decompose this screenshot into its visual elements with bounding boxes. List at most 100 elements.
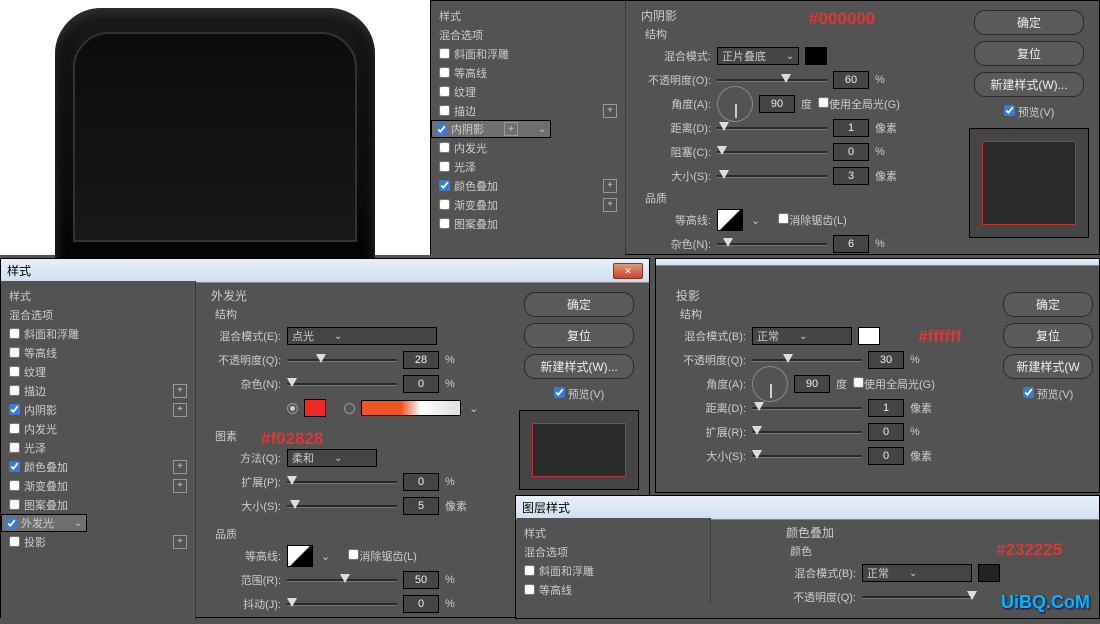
- angle-dial[interactable]: [752, 366, 788, 402]
- color-swatch-red[interactable]: [304, 399, 326, 417]
- gradient-picker[interactable]: [361, 400, 461, 416]
- noise-slider[interactable]: [717, 237, 827, 251]
- noise-input[interactable]: [833, 235, 869, 253]
- range-input[interactable]: [403, 571, 439, 589]
- plus-icon[interactable]: +: [504, 122, 518, 136]
- spread-input[interactable]: [868, 423, 904, 441]
- color-swatch-white[interactable]: [858, 327, 880, 345]
- newstyle-button[interactable]: 新建样式(W)...: [974, 72, 1084, 97]
- plus-icon[interactable]: +: [173, 479, 187, 493]
- row-blend[interactable]: 混合选项: [431, 25, 625, 44]
- cb-global[interactable]: [818, 97, 829, 108]
- newstyle-button[interactable]: 新建样式(W: [1003, 354, 1093, 379]
- row-gradoverlay[interactable]: 渐变叠加+: [431, 195, 625, 214]
- contour-picker[interactable]: [287, 545, 313, 567]
- radio-gradient[interactable]: [344, 403, 355, 414]
- cb-contour[interactable]: [524, 584, 535, 595]
- choke-slider[interactable]: [717, 145, 827, 159]
- size-input[interactable]: [833, 167, 869, 185]
- cb-dropshadow[interactable]: [9, 536, 20, 547]
- blend-select[interactable]: 正常: [752, 327, 852, 345]
- cb-texture[interactable]: [9, 366, 20, 377]
- cb-antialias[interactable]: [778, 213, 789, 224]
- opacity-input[interactable]: [403, 351, 439, 369]
- row-bevel[interactable]: 斜面和浮雕: [431, 44, 625, 63]
- row-contour[interactable]: 等高线: [1, 343, 195, 362]
- plus-icon[interactable]: +: [603, 179, 617, 193]
- row-blend[interactable]: 混合选项: [516, 542, 710, 561]
- row-patoverlay[interactable]: 图案叠加: [431, 214, 625, 233]
- row-stroke[interactable]: 描边+: [1, 381, 195, 400]
- size-input[interactable]: [868, 447, 904, 465]
- close-icon[interactable]: ✕: [613, 263, 643, 279]
- opacity-input[interactable]: [833, 71, 869, 89]
- reset-button[interactable]: 复位: [1003, 323, 1093, 348]
- row-innerglow[interactable]: 内发光: [431, 138, 625, 157]
- spread-slider[interactable]: [287, 475, 397, 489]
- row-coloroverlay[interactable]: 颜色叠加+: [431, 176, 625, 195]
- cb-satin[interactable]: [9, 442, 20, 453]
- opacity-slider[interactable]: [752, 353, 862, 367]
- row-innershadow[interactable]: 内阴影+: [431, 120, 551, 138]
- method-select[interactable]: 柔和: [287, 449, 377, 467]
- dist-slider[interactable]: [752, 401, 862, 415]
- row-innershadow[interactable]: 内阴影+: [1, 400, 195, 419]
- cb-stroke[interactable]: [439, 105, 450, 116]
- row-coloroverlay[interactable]: 颜色叠加+: [1, 457, 195, 476]
- cb-gradoverlay[interactable]: [439, 199, 450, 210]
- cb-bevel[interactable]: [9, 328, 20, 339]
- cb-global2[interactable]: [853, 377, 864, 388]
- reset-button[interactable]: 复位: [524, 323, 634, 348]
- cb-preview[interactable]: [1004, 105, 1015, 116]
- row-outerglow[interactable]: 外发光: [1, 514, 87, 532]
- ok-button[interactable]: 确定: [524, 292, 634, 317]
- plus-icon[interactable]: +: [603, 104, 617, 118]
- opacity-input[interactable]: [868, 351, 904, 369]
- opacity-slider[interactable]: [287, 353, 397, 367]
- row-contour[interactable]: 等高线: [516, 580, 710, 599]
- spread-input[interactable]: [403, 473, 439, 491]
- plus-icon[interactable]: +: [173, 460, 187, 474]
- cb-bevel[interactable]: [524, 565, 535, 576]
- row-blend[interactable]: 混合选项: [1, 305, 195, 324]
- plus-icon[interactable]: +: [173, 384, 187, 398]
- size-slider[interactable]: [752, 449, 862, 463]
- row-bevel[interactable]: 斜面和浮雕: [1, 324, 195, 343]
- row-dropshadow[interactable]: 投影+: [1, 532, 195, 551]
- row-innerglow[interactable]: 内发光: [1, 419, 195, 438]
- cb-preview[interactable]: [1023, 387, 1034, 398]
- cb-bevel[interactable]: [439, 48, 450, 59]
- reset-button[interactable]: 复位: [974, 41, 1084, 66]
- ok-button[interactable]: 确定: [974, 10, 1084, 35]
- cb-contour[interactable]: [439, 67, 450, 78]
- cb-patoverlay[interactable]: [439, 218, 450, 229]
- radio-solid[interactable]: [287, 403, 298, 414]
- contour-picker[interactable]: [717, 209, 743, 231]
- opacity-slider[interactable]: [717, 73, 827, 87]
- size-slider[interactable]: [287, 499, 397, 513]
- plus-icon[interactable]: +: [173, 535, 187, 549]
- cb-innershadow[interactable]: [436, 124, 447, 135]
- row-texture[interactable]: 纹理: [431, 82, 625, 101]
- angle-input[interactable]: [794, 375, 830, 393]
- noise-input[interactable]: [403, 375, 439, 393]
- dist-input[interactable]: [868, 399, 904, 417]
- jitter-slider[interactable]: [287, 597, 397, 611]
- row-satin[interactable]: 光泽: [1, 438, 195, 457]
- cb-contour[interactable]: [9, 347, 20, 358]
- angle-input[interactable]: [759, 95, 795, 113]
- blend-select[interactable]: 点光: [287, 327, 437, 345]
- row-stroke[interactable]: 描边+: [431, 101, 625, 120]
- cb-coloroverlay[interactable]: [439, 180, 450, 191]
- row-contour[interactable]: 等高线: [431, 63, 625, 82]
- cb-innerglow[interactable]: [9, 423, 20, 434]
- cb-patoverlay[interactable]: [9, 499, 20, 510]
- cb-innershadow[interactable]: [9, 404, 20, 415]
- noise-slider[interactable]: [287, 377, 397, 391]
- row-bevel[interactable]: 斜面和浮雕: [516, 561, 710, 580]
- blend-select[interactable]: 正常: [862, 564, 972, 582]
- cb-innerglow[interactable]: [439, 142, 450, 153]
- blend-select[interactable]: 正片叠底: [717, 47, 799, 65]
- cb-coloroverlay[interactable]: [9, 461, 20, 472]
- size-slider[interactable]: [717, 169, 827, 183]
